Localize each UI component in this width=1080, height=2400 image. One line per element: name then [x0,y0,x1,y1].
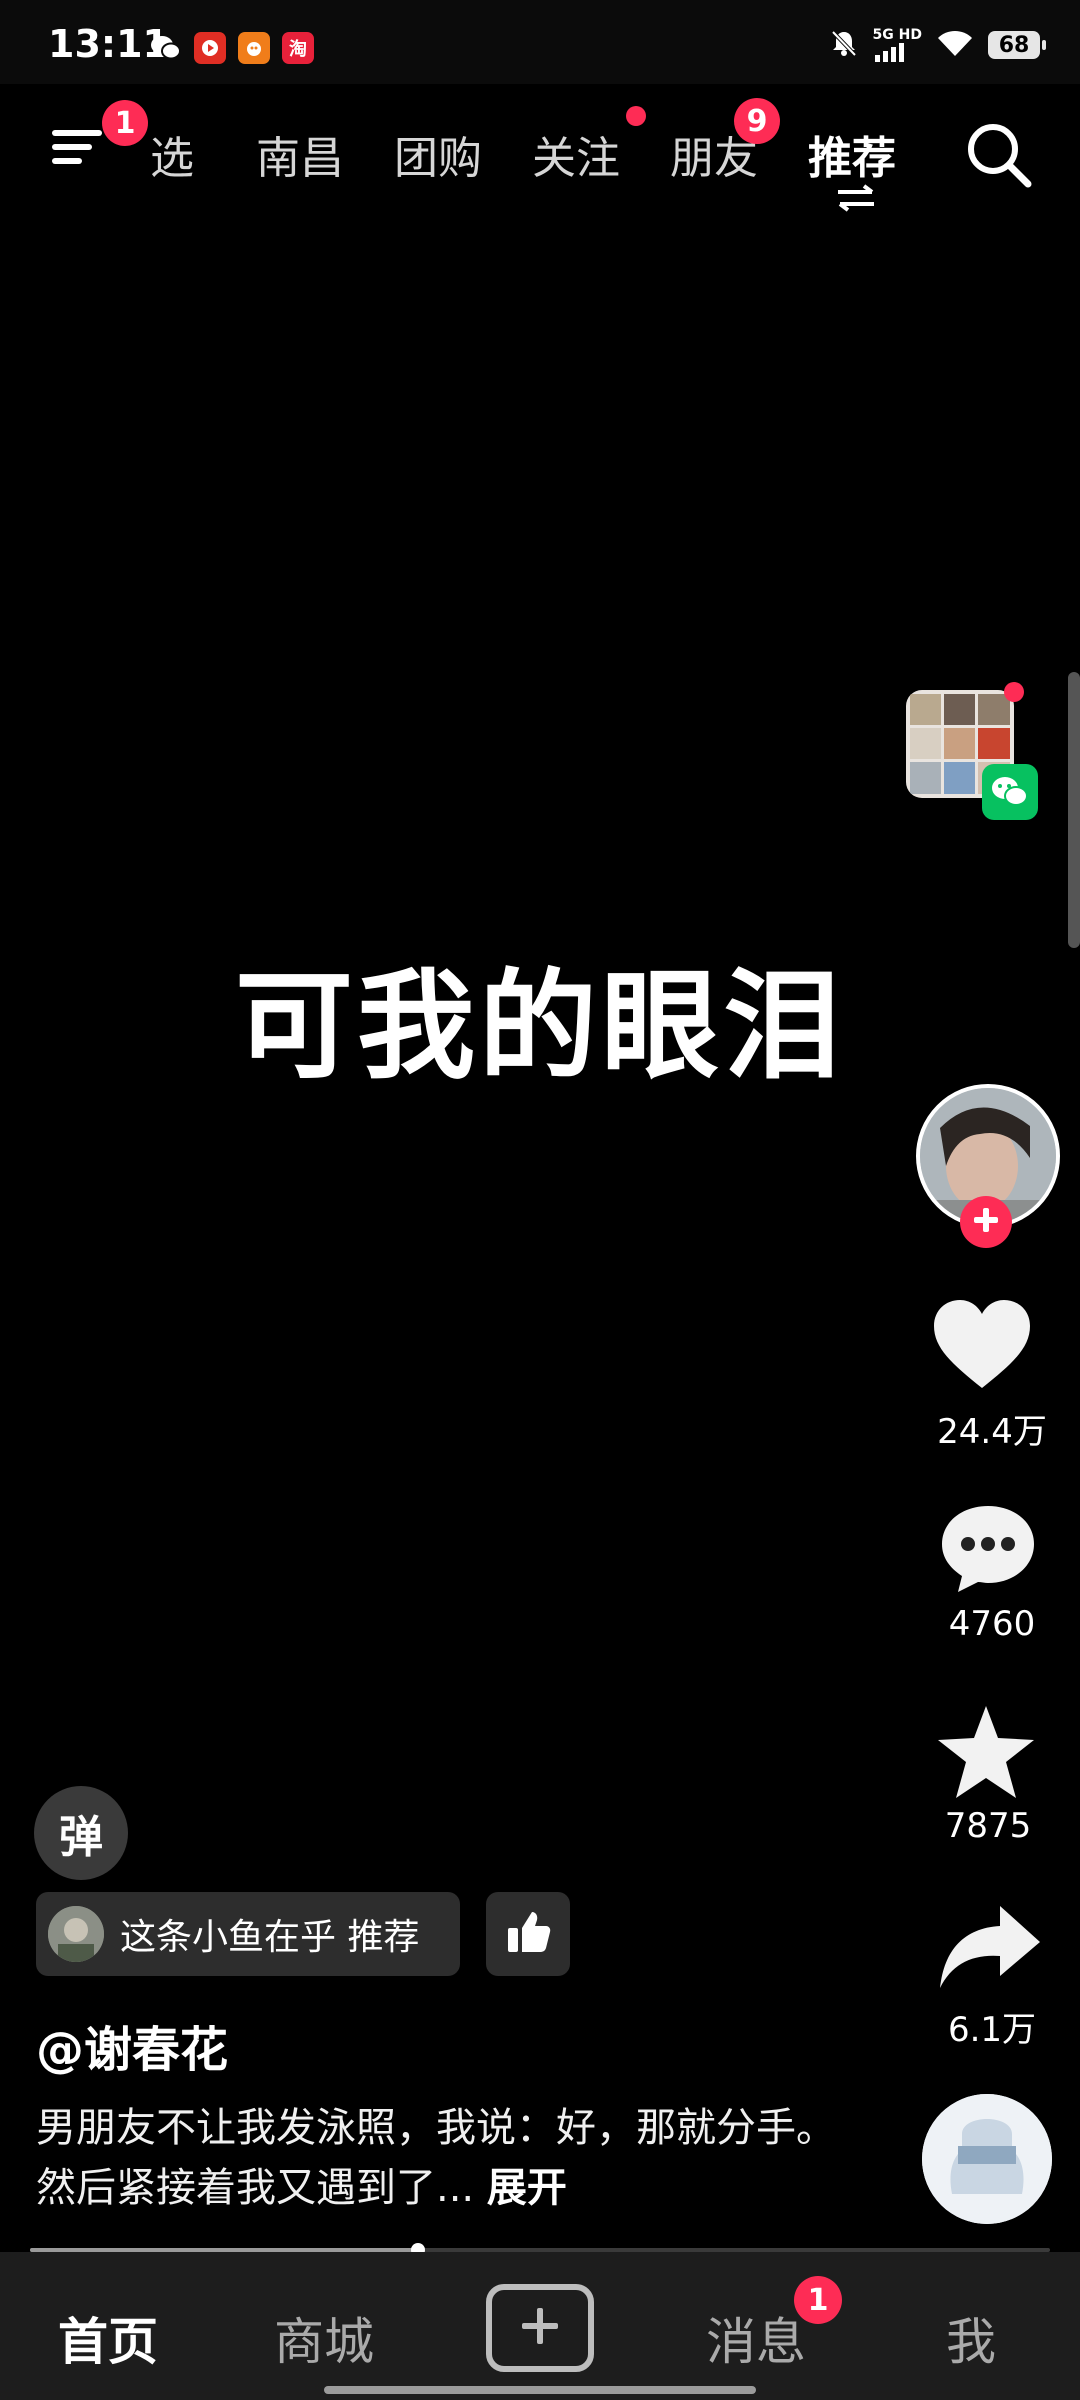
page-scroll-handle[interactable] [1068,672,1080,948]
menu-button[interactable]: 1 [52,100,148,172]
thumbs-up-icon [504,1908,552,1960]
description-text: 男朋友不让我发泳照，我说：好，那就分手。 然后紧接着我又遇到了... [36,2105,836,2211]
expand-button[interactable]: 展开 [487,2165,567,2211]
messages-badge: 1 [794,2276,842,2324]
top-navigation: 1 选 南昌 团购 关注 朋友 9 推荐 [0,84,1080,224]
wechat-icon[interactable] [982,764,1038,820]
friends-badge: 9 [734,98,780,144]
home-indicator[interactable] [324,2386,756,2394]
switch-arrows-icon[interactable] [834,184,878,216]
author-name[interactable]: @谢春花 [36,2010,228,2080]
game-app-notification-icon [238,32,270,64]
create-button[interactable] [486,2284,594,2372]
share-arrow-icon [938,1906,1042,1994]
share-button[interactable] [938,1904,1042,1994]
search-icon [964,124,1034,194]
nav-messages[interactable]: 消息 [706,2302,806,2374]
tab-featured[interactable]: 选 [150,122,210,186]
share-count: 6.1万 [947,2010,1037,2050]
like-count: 24.4万 [937,1412,1047,1452]
plus-icon [520,2306,560,2350]
hamburger-menu-icon [52,130,104,172]
follow-button[interactable] [960,1196,1012,1248]
tab-recommend[interactable]: 推荐 [808,122,896,186]
music-disc[interactable] [922,2094,1052,2224]
tab-nanchang[interactable]: 南昌 [256,122,344,186]
recommender-avatar [48,1906,104,1962]
favorite-count: 7875 [944,1806,1032,1846]
danmaku-label: 弹 [59,1812,103,1863]
plus-icon [971,1205,1001,1239]
video-description[interactable]: 男朋友不让我发泳照，我说：好，那就分手。 然后紧接着我又遇到了... 展开 [36,2098,836,2218]
like-button[interactable] [932,1298,1032,1394]
tab-featured-label: 选 [150,133,194,184]
nav-home[interactable]: 首页 [58,2302,158,2374]
comment-count: 4760 [948,1604,1036,1644]
menu-badge: 1 [102,100,148,146]
tab-following[interactable]: 关注 [532,122,620,186]
danmaku-toggle[interactable]: 弹 [34,1786,128,1880]
recommend-chip[interactable]: 这条小鱼在乎 推荐 [36,1892,460,1976]
taobao-notification-icon: 淘 [282,32,314,64]
heart-icon [932,1300,1032,1394]
tab-group-buy[interactable]: 团购 [394,122,482,186]
bottom-navigation: 首页 商城 消息 1 我 [0,2252,1080,2400]
star-icon [936,1706,1036,1804]
favorite-button[interactable] [936,1704,1036,1804]
comment-bubble-icon [940,1506,1036,1598]
network-type: 5G HD [872,27,922,43]
nav-me[interactable]: 我 [946,2302,996,2374]
following-unread-dot [626,106,646,126]
thumbs-up-button[interactable] [486,1892,570,1976]
status-bar: 13:11 淘 5G HD 68 [0,0,1080,84]
music-cover-icon [922,2094,1052,2224]
search-button[interactable] [964,120,1034,194]
video-caption: 可我的眼泪 [234,957,845,1095]
signal-icon: 5G HD [873,28,922,62]
battery-indicator: 68 [988,31,1046,59]
comment-button[interactable] [940,1502,1036,1598]
video-app-notification-icon [194,32,226,64]
wifi-icon [936,28,974,62]
mute-bell-icon [829,28,859,62]
status-right: 5G HD 68 [829,28,1046,62]
nav-mall[interactable]: 商城 [274,2302,374,2374]
collage-unread-dot [1004,682,1024,702]
wechat-notification-icon [150,32,182,64]
recommend-chip-label: 这条小鱼在乎 推荐 [120,1917,420,1958]
